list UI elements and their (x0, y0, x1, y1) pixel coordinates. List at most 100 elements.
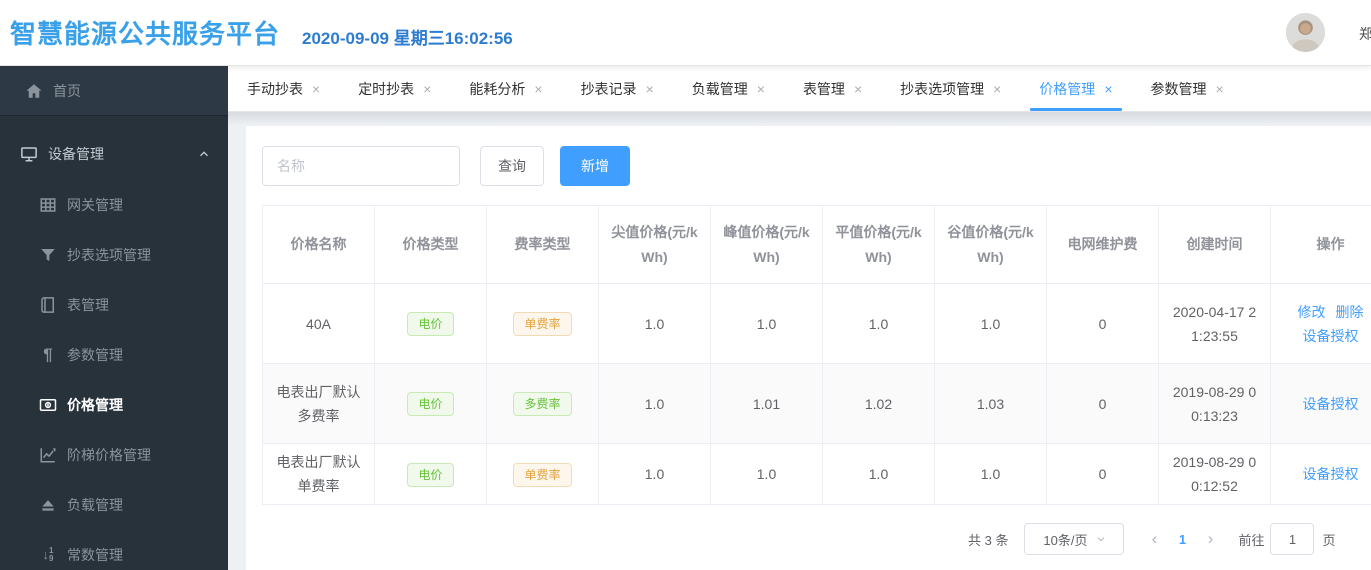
content-panel: 查询 新增 价格名称价格类型费率类型尖值价格(元/kWh)峰值价格(元/kWh)… (246, 126, 1371, 570)
sidebar-item-load-management[interactable]: 负载管理 (0, 480, 228, 530)
sidebar-item-label: 价格管理 (67, 397, 123, 413)
goto-label: 前往 (1238, 532, 1265, 548)
pilcrow-icon: ¶ (43, 345, 53, 364)
total-count: 共 3 条 (968, 532, 1009, 548)
tab-bar: 手动抄表 × 定时抄表 × 能耗分析 × 抄表记录 × 负载管理 × 表管理 × 抄表选项管理 × 价格管理… (228, 66, 1371, 112)
page-size-value: 10条/页 (1043, 532, 1088, 548)
valley-price-cell: 1.0 (934, 443, 1047, 505)
sidebar-item-parameter-management[interactable]: ¶ 参数管理 (0, 330, 228, 380)
price-type-tag: 电价 (407, 312, 454, 336)
prev-page-button[interactable]: ‹ (1140, 529, 1168, 549)
flat-price-cell: 1.0 (822, 443, 935, 505)
tab-close-icon[interactable]: × (993, 82, 1001, 96)
column-header: 电网维护费 (1046, 205, 1159, 284)
next-page-button[interactable]: › (1196, 529, 1224, 549)
price-table: 价格名称 价格类型 费率类型 尖值价格(元/kWh) 峰值价格(元/kWh) 平值价格(元… (262, 205, 1371, 505)
flat-price-cell: 1.02 (822, 363, 935, 444)
created-time-cell: 2019-08-29 00:13:23 (1158, 363, 1271, 444)
sidebar-item-tiered-price-management[interactable]: 阶梯价格管理 (0, 430, 228, 480)
sidebar-item-gateway-management[interactable]: 网关管理 (0, 180, 228, 230)
tab-close-icon[interactable]: × (312, 82, 320, 96)
line-chart-icon (39, 446, 57, 464)
tab-reading-records[interactable]: 抄表记录 × (562, 66, 673, 111)
search-input[interactable] (262, 146, 460, 186)
tab-meter-management[interactable]: 表管理 × (784, 66, 881, 111)
grid-table-icon (39, 196, 57, 214)
tab-close-icon[interactable]: × (423, 82, 431, 96)
pagination: 共 3 条 10条/页 ‹ 1 › 前往 页 (968, 522, 1336, 556)
peak-price-cell: 1.0 (710, 443, 823, 505)
price-name-cell: 40A (262, 283, 375, 364)
table-header-row: 价格名称 价格类型 费率类型 尖值价格(元/kWh) 峰值价格(元/kWh) 平值价格(元… (262, 205, 1371, 284)
rate-type-tag: 单费率 (513, 462, 572, 487)
peak-price-cell: 1.01 (710, 363, 823, 444)
column-header: 创建时间 (1158, 205, 1271, 284)
sidebar-item-label: 首页 (53, 82, 81, 99)
delete-link[interactable]: 删除 (1336, 300, 1364, 324)
flat-price-cell: 1.0 (822, 283, 935, 364)
sidebar-item-label: 网关管理 (67, 197, 123, 213)
main-content: 查询 新增 价格名称价格类型费率类型尖值价格(元/kWh)峰值价格(元/kWh)… (228, 112, 1371, 570)
created-time-cell: 2019-08-29 00:12:52 (1158, 443, 1271, 505)
tab-close-icon[interactable]: × (854, 82, 862, 96)
page-unit-label: 页 (1322, 532, 1336, 548)
column-header: 平值价格(元/kWh) (822, 205, 935, 284)
tab-meter-reading-options[interactable]: 抄表选项管理 × (881, 66, 1020, 111)
user-name[interactable]: 郑 (1359, 24, 1371, 44)
tab-parameter-management[interactable]: 参数管理 × (1132, 66, 1243, 111)
sharp-price-cell: 1.0 (598, 283, 711, 364)
tab-scheduled-reading[interactable]: 定时抄表 × (339, 66, 450, 111)
sidebar-item-meter-management[interactable]: 表管理 (0, 280, 228, 330)
rate-type-cell: 单费率 (486, 443, 599, 505)
goto-page-input[interactable] (1270, 523, 1315, 555)
app-header: 智慧能源公共服务平台 2020-09-09 星期三16:02:56 郑 (0, 0, 1371, 66)
query-button[interactable]: 查询 (480, 146, 544, 186)
tab-energy-analysis[interactable]: 能耗分析 × (450, 66, 561, 111)
tab-label: 负载管理 (691, 80, 748, 97)
price-type-cell: 电价 (374, 283, 487, 364)
column-header: 费率类型 (486, 205, 599, 284)
add-button[interactable]: 新增 (560, 146, 630, 186)
grid-fee-cell: 0 (1046, 443, 1159, 505)
sidebar-item-meter-reading-options[interactable]: 抄表选项管理 (0, 230, 228, 280)
tab-manual-reading[interactable]: 手动抄表 × (228, 66, 339, 111)
tab-close-icon[interactable]: × (534, 82, 542, 96)
page-title: 智慧能源公共服务平台 (10, 19, 281, 49)
avatar-photo (1286, 13, 1325, 52)
tab-label: 表管理 (802, 80, 845, 97)
avatar[interactable] (1286, 13, 1325, 52)
sharp-price-cell: 1.0 (598, 443, 711, 505)
chevron-up-icon (198, 148, 210, 160)
tab-close-icon[interactable]: × (1104, 82, 1112, 96)
sidebar-item-label: 负载管理 (67, 497, 123, 513)
device-auth-link[interactable]: 设备授权 (1303, 462, 1359, 486)
device-auth-link[interactable]: 设备授权 (1303, 324, 1359, 348)
column-header: 谷值价格(元/kWh) (934, 205, 1047, 284)
price-type-cell: 电价 (374, 363, 487, 444)
device-auth-link[interactable]: 设备授权 (1303, 392, 1359, 416)
column-header: 价格名称 (262, 205, 375, 284)
rate-type-tag: 单费率 (513, 312, 572, 336)
sidebar-item-home[interactable]: 首页 (0, 66, 228, 116)
column-header: 峰值价格(元/kWh) (710, 205, 823, 284)
price-name-cell: 电表出厂默认单费率 (262, 443, 375, 505)
rate-type-cell: 多费率 (486, 363, 599, 444)
sharp-price-cell: 1.0 (598, 363, 711, 444)
tab-price-management[interactable]: 价格管理 × (1020, 66, 1131, 111)
price-type-cell: 电价 (374, 443, 487, 505)
rate-type-cell: 单费率 (486, 283, 599, 364)
tab-close-icon[interactable]: × (757, 82, 765, 96)
modify-link[interactable]: 修改 (1298, 300, 1326, 324)
valley-price-cell: 1.03 (934, 363, 1047, 444)
sidebar-item-label: 抄表选项管理 (67, 247, 151, 263)
page-size-select[interactable]: 10条/页 (1024, 523, 1125, 555)
sidebar-item-device-management[interactable]: 设备管理 (0, 128, 228, 180)
tab-close-icon[interactable]: × (646, 82, 654, 96)
page-number[interactable]: 1 (1168, 532, 1196, 547)
column-header: 尖值价格(元/kWh) (598, 205, 711, 284)
sidebar-item-price-management[interactable]: 价格管理 (0, 380, 228, 430)
tab-load-management[interactable]: 负载管理 × (673, 66, 784, 111)
sidebar-item-constant-management[interactable]: ↓ 1 9 常数管理 (0, 530, 228, 570)
content-divider-band (228, 112, 1371, 126)
tab-close-icon[interactable]: × (1216, 82, 1224, 96)
